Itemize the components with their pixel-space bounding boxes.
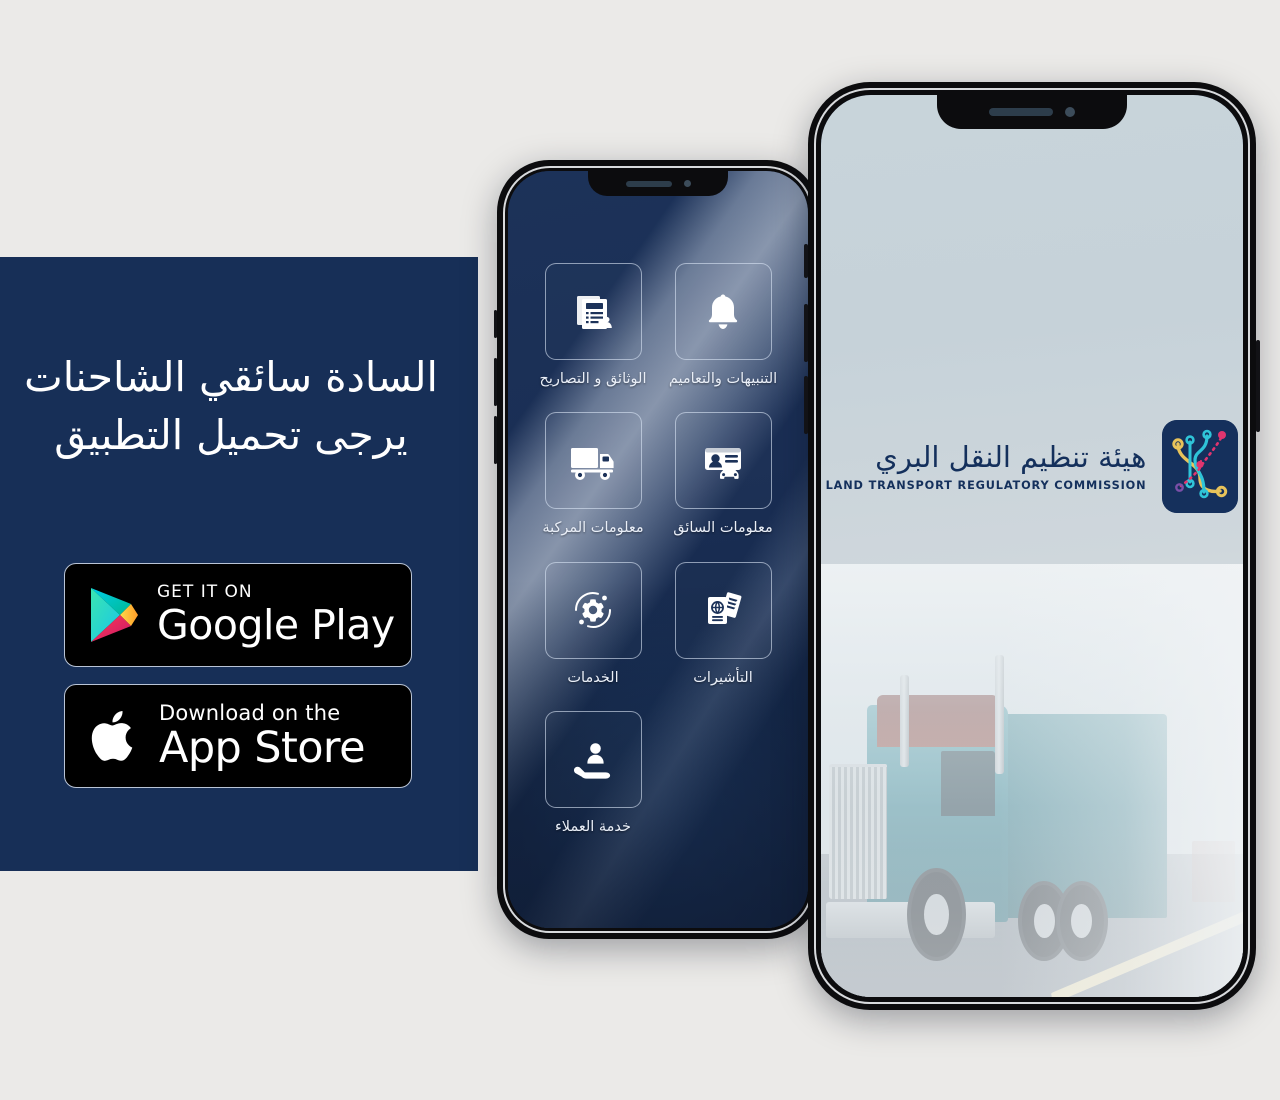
app-tile-customer-service[interactable]: خدمة العملاء bbox=[534, 711, 652, 836]
truck-cab-roof bbox=[876, 694, 999, 748]
earpiece-speaker-icon bbox=[989, 108, 1053, 116]
front-phone-screen: هيئة تنظيم النقل البري LAND TRANSPORT RE… bbox=[821, 95, 1243, 997]
app-tile-documents-permits[interactable]: الوثائق و التصاريح bbox=[534, 263, 652, 388]
app-tile-label: معلومات المركبة bbox=[542, 520, 644, 537]
ltrc-route-logo-icon bbox=[1162, 420, 1239, 513]
store-badges: GET IT ON Google Play Download on the Ap… bbox=[64, 563, 412, 788]
google-play-icon bbox=[87, 585, 141, 645]
wheel-hub bbox=[1033, 903, 1055, 939]
apple-logo-icon bbox=[89, 705, 143, 767]
brand-name-english: LAND TRANSPORT REGULATORY COMMISSION bbox=[825, 478, 1147, 492]
promo-stage: السادة سائقي الشاحنات يرجى تحميل التطبيق bbox=[0, 0, 1280, 1100]
truck-exhaust-stack bbox=[900, 674, 910, 768]
headline-line-1: السادة سائقي الشاحنات bbox=[24, 353, 438, 401]
app-store-small-label: Download on the bbox=[159, 700, 341, 725]
app-tile-label: الوثائق و التصاريح bbox=[539, 371, 647, 387]
back-phone-notch bbox=[588, 171, 728, 196]
google-play-big-label: Google Play bbox=[157, 601, 395, 650]
app-menu-grid: التنبيهات والتعاميم الوثائق و التصاريح م… bbox=[508, 263, 808, 837]
app-tile-label: التنبيهات والتعاميم bbox=[668, 371, 778, 387]
back-phone-mockup: التنبيهات والتعاميم الوثائق و التصاريح م… bbox=[494, 160, 822, 939]
google-play-small-label: GET IT ON bbox=[157, 581, 253, 602]
brand-block: هيئة تنظيم النقل البري LAND TRANSPORT RE… bbox=[821, 420, 1243, 513]
front-phone-power-button[interactable] bbox=[1256, 340, 1260, 432]
front-phone-volume-up-button[interactable] bbox=[804, 304, 808, 362]
truck-window bbox=[940, 750, 995, 817]
brand-text: هيئة تنظيم النقل البري LAND TRANSPORT RE… bbox=[825, 440, 1147, 492]
back-phone-mute-switch[interactable] bbox=[494, 310, 497, 338]
brand-name-arabic: هيئة تنظيم النقل البري bbox=[875, 440, 1147, 475]
app-tile-label: خدمة العملاء bbox=[554, 819, 632, 836]
documents-icon bbox=[544, 263, 642, 360]
truck-photo bbox=[821, 564, 1243, 997]
app-tile-label: التأشيرات bbox=[693, 669, 753, 686]
front-phone-volume-down-button[interactable] bbox=[804, 376, 808, 434]
bell-icon bbox=[674, 263, 772, 360]
front-camera-icon bbox=[683, 180, 691, 187]
driver-card-icon bbox=[674, 412, 772, 510]
headline: السادة سائقي الشاحنات يرجى تحميل التطبيق bbox=[0, 348, 470, 464]
truck-wheel bbox=[907, 867, 966, 962]
app-tile-services[interactable]: الخدمات bbox=[534, 561, 652, 687]
app-store-badge-text: Download on the App Store bbox=[159, 700, 366, 773]
front-phone-mute-switch[interactable] bbox=[804, 244, 808, 278]
truck-grille bbox=[829, 764, 887, 899]
front-phone-notch bbox=[937, 95, 1127, 129]
distant-truck bbox=[1192, 841, 1235, 902]
back-phone-volume-down-button[interactable] bbox=[494, 416, 497, 464]
app-tile-label: الخدمات bbox=[567, 669, 619, 686]
truck-exhaust-stack bbox=[994, 655, 1004, 774]
front-phone-mockup: هيئة تنظيم النقل البري LAND TRANSPORT RE… bbox=[804, 82, 1260, 1010]
customer-service-icon bbox=[544, 711, 642, 809]
app-tile-vehicle-info[interactable]: معلومات المركبة bbox=[534, 412, 652, 537]
wheel-hub bbox=[924, 893, 949, 935]
app-store-badge[interactable]: Download on the App Store bbox=[64, 684, 412, 788]
app-tile-label: معلومات السائق bbox=[673, 520, 773, 537]
passport-icon bbox=[674, 561, 772, 659]
app-tile-visas[interactable]: التأشيرات bbox=[664, 561, 782, 687]
back-phone-screen: التنبيهات والتعاميم الوثائق و التصاريح م… bbox=[508, 171, 808, 928]
app-store-big-label: App Store bbox=[159, 723, 366, 773]
app-tile-notifications[interactable]: التنبيهات والتعاميم bbox=[664, 263, 782, 388]
semi-truck bbox=[826, 642, 1168, 971]
google-play-badge-text: GET IT ON Google Play bbox=[157, 581, 395, 650]
earpiece-speaker-icon bbox=[625, 180, 672, 187]
gear-icon bbox=[544, 561, 642, 659]
headline-line-2: يرجى تحميل التطبيق bbox=[54, 411, 408, 460]
google-play-badge[interactable]: GET IT ON Google Play bbox=[64, 563, 412, 667]
app-tile-driver-info[interactable]: معلومات السائق bbox=[664, 412, 782, 537]
truck-icon bbox=[544, 412, 642, 510]
back-phone-volume-up-button[interactable] bbox=[494, 358, 497, 406]
wheel-hub bbox=[1071, 903, 1093, 939]
front-camera-icon bbox=[1065, 107, 1075, 117]
truck-wheel bbox=[1055, 880, 1108, 962]
